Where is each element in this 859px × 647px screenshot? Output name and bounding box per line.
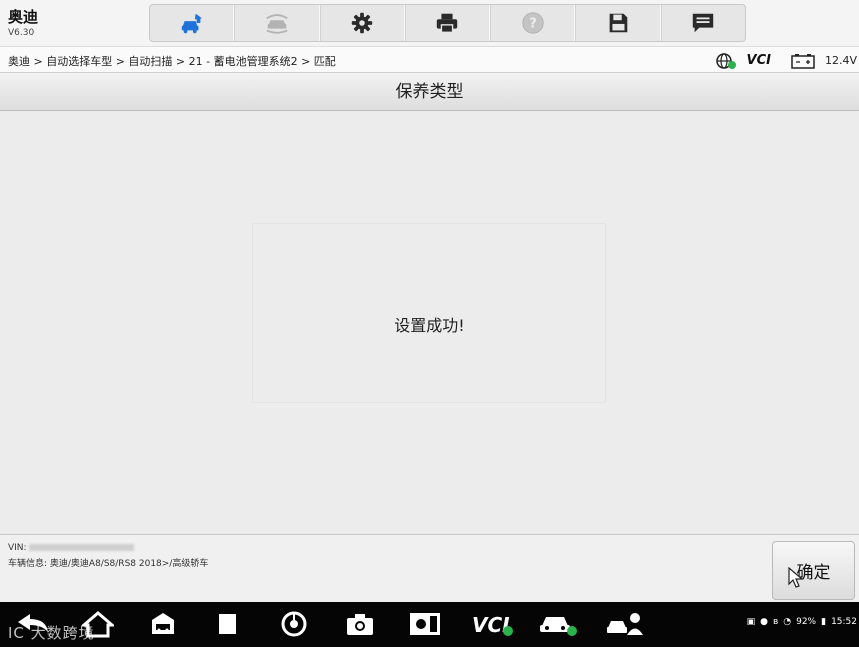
- breadcrumb: 奥迪 > 自动选择车型 > 自动扫描 > 21 - 蓄电池管理系统2 > 匹配: [8, 55, 336, 68]
- vin-label: VIN:: [8, 543, 27, 553]
- battery-level-icon: ▮: [821, 617, 827, 627]
- vehicle-info-bar: VIN: 车辆信息: 奥迪/奥迪A8/S8/RS8 2018>/高级轿车 确定: [0, 534, 859, 602]
- browser-button[interactable]: [280, 610, 308, 638]
- settings-gear-icon: [351, 12, 373, 34]
- wifi-icon: ◔: [783, 617, 792, 627]
- vin-row: VIN:: [8, 543, 134, 553]
- vin-value-redacted: [28, 544, 134, 551]
- home-car-icon: [181, 13, 202, 34]
- mouse-cursor-icon: [788, 567, 804, 588]
- recent-apps-button[interactable]: [216, 610, 244, 638]
- page-title: 保养类型: [395, 82, 464, 102]
- camera-button[interactable]: [345, 610, 375, 638]
- system-status-tray: ▣ ● ʙ ◔ 92% ▮ 15:52: [747, 617, 857, 627]
- toolbar-button-strip: ?: [149, 4, 746, 42]
- vehicle-swap-button[interactable]: [234, 5, 320, 41]
- help-icon: ?: [522, 12, 544, 34]
- vehicle-swap-icon: [266, 14, 288, 34]
- home-button[interactable]: [150, 5, 235, 41]
- brightness-button[interactable]: [408, 610, 442, 638]
- car-check-icon: [540, 617, 577, 636]
- help-button[interactable]: ?: [490, 5, 576, 41]
- remote-expert-button[interactable]: [606, 610, 646, 638]
- vci-connection-icon: VCI: [472, 613, 513, 637]
- vehicle-menu-button[interactable]: [149, 610, 177, 638]
- app-version: V6.30: [8, 28, 35, 38]
- vci-button[interactable]: VCI: [470, 610, 516, 638]
- recent-apps-icon: [219, 614, 241, 634]
- remote-expert-icon: [607, 613, 643, 635]
- camera-icon: [347, 614, 373, 635]
- car-home-icon: [152, 613, 174, 634]
- ok-button[interactable]: 确定: [772, 541, 855, 600]
- result-message: 设置成功!: [394, 316, 465, 335]
- connection-status: VCI 12.4V: [715, 50, 859, 71]
- battery-voltage: 12.4V: [824, 54, 857, 67]
- cast-icon: ▣: [746, 617, 756, 627]
- app-title: 奥迪: [8, 8, 39, 26]
- save-icon: [609, 13, 628, 33]
- save-button[interactable]: [575, 5, 661, 41]
- battery-icon: [791, 53, 815, 69]
- watermark: IC 大数跨境: [8, 624, 95, 642]
- page-title-bar: 保养类型: [0, 73, 859, 111]
- battery-percent: 92%: [796, 617, 817, 627]
- location-icon: ●: [760, 617, 769, 627]
- print-button[interactable]: [404, 5, 491, 41]
- breadcrumb-bar: 奥迪 > 自动选择车型 > 自动扫描 > 21 - 蓄电池管理系统2 > 匹配 …: [0, 46, 859, 73]
- system-nav-bar: VCI ▣ ● ʙ ◔ 92% ▮ 15:52: [0, 602, 859, 647]
- bluetooth-icon: ʙ: [773, 617, 779, 627]
- chrome-icon: [281, 611, 307, 637]
- top-toolbar: 奥迪 V6.30 ?: [0, 0, 859, 46]
- vehicle-status-button[interactable]: [538, 610, 580, 638]
- svg-text:?: ?: [529, 17, 537, 32]
- network-globe-icon: [715, 52, 736, 69]
- printer-icon: [437, 13, 458, 33]
- vehicle-details: 车辆信息: 奥迪/奥迪A8/S8/RS8 2018>/高级轿车: [8, 559, 209, 569]
- message-button[interactable]: [660, 5, 745, 41]
- clock: 15:52: [831, 617, 857, 627]
- vci-status: VCI: [746, 53, 771, 68]
- settings-button[interactable]: [319, 5, 405, 41]
- main-content: 设置成功!: [0, 111, 859, 534]
- message-icon: [693, 13, 714, 33]
- brightness-icon: [410, 613, 440, 635]
